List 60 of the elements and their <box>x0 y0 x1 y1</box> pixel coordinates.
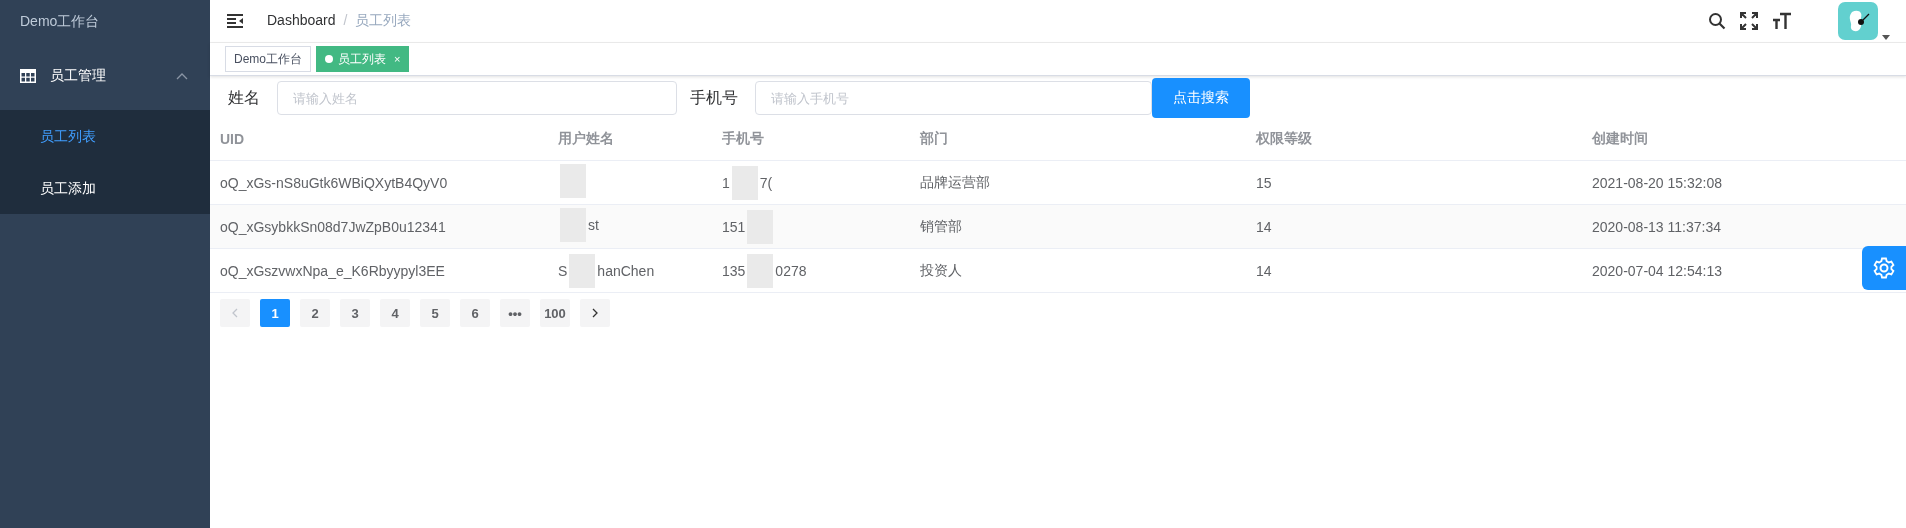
chevron-right-icon <box>592 308 598 318</box>
search-button[interactable]: 点击搜索 <box>1152 78 1250 118</box>
table-cell: 销管部 <box>920 217 962 234</box>
font-size-icon[interactable] <box>1772 12 1792 30</box>
page-button[interactable]: 6 <box>460 299 490 327</box>
table-cell: 151 <box>722 218 746 235</box>
menu-toggle-icon[interactable] <box>227 14 243 28</box>
gear-icon <box>1873 257 1895 279</box>
table-cell: 2021-08-20 15:32:08 <box>1592 174 1722 191</box>
search-icon[interactable] <box>1708 12 1726 30</box>
page-button[interactable]: 1 <box>260 299 290 327</box>
avatar[interactable] <box>1838 2 1878 40</box>
table-cell: 0278 <box>775 262 807 279</box>
table-cell: 135 <box>722 262 746 279</box>
page-button[interactable]: 100 <box>540 299 570 327</box>
input-field[interactable]: 请输入姓名 <box>277 81 677 115</box>
table-cell: 品牌运营部 <box>920 173 990 190</box>
page-button[interactable]: ••• <box>500 299 530 327</box>
column-header: 手机号 <box>722 130 764 146</box>
column-header: 用户姓名 <box>558 130 614 146</box>
page-button[interactable]: 5 <box>420 299 450 327</box>
table-cell: st <box>588 217 599 233</box>
breadcrumb-item: 员工列表 <box>355 12 412 28</box>
page-button[interactable]: 2 <box>300 299 330 327</box>
table-cell: 2020-08-13 11:37:34 <box>1592 218 1721 235</box>
table-cell: 2020-07-04 12:54:13 <box>1592 262 1722 279</box>
table-cell: 投资人 <box>920 261 962 278</box>
table-cell: oQ_xGs-nS8uGtk6WBiQXytB4QyV0 <box>220 174 448 191</box>
table-icon <box>20 69 36 83</box>
field-label: 姓名 <box>228 87 260 108</box>
chevron-icon <box>176 72 188 80</box>
chevron-left-icon <box>232 308 238 318</box>
page-tab[interactable]: Demo工作台 <box>225 46 311 72</box>
fullscreen-icon[interactable] <box>1740 12 1758 30</box>
field-label: 手机号 <box>690 87 738 108</box>
column-header: 权限等级 <box>1256 130 1312 146</box>
settings-button[interactable] <box>1862 246 1906 290</box>
menu-item[interactable]: 员工添加 <box>0 162 210 214</box>
table-cell: 7( <box>759 174 773 191</box>
app-title: Demo工作台 <box>19 12 101 31</box>
page-button[interactable]: 3 <box>340 299 370 327</box>
menu-item[interactable]: 员工列表 <box>0 110 210 162</box>
column-header: 创建时间 <box>1592 130 1648 146</box>
column-header: UID <box>220 131 245 147</box>
table-cell: hanChen <box>597 262 655 279</box>
breadcrumb-item[interactable]: Dashboard <box>267 12 336 28</box>
caret-icon[interactable] <box>1882 35 1890 40</box>
menu-group[interactable]: 员工管理 <box>0 42 210 110</box>
table-cell: S <box>558 262 568 279</box>
table-cell: 14 <box>1256 218 1272 235</box>
table-cell: 14 <box>1256 262 1272 279</box>
page-button[interactable]: 4 <box>380 299 410 327</box>
table-cell: 1 <box>722 174 730 191</box>
breadcrumb-separator: / <box>343 12 348 28</box>
column-header: 部门 <box>920 130 948 146</box>
input-field[interactable]: 请输入手机号 <box>755 81 1152 115</box>
table-cell: oQ_xGszvwxNpa_e_K6Rbyypyl3EE <box>220 262 445 279</box>
active-dot-icon <box>325 55 333 63</box>
table-cell: oQ_xGsybkkSn08d7JwZpB0u12341 <box>220 218 446 235</box>
table-cell: 15 <box>1256 174 1272 191</box>
